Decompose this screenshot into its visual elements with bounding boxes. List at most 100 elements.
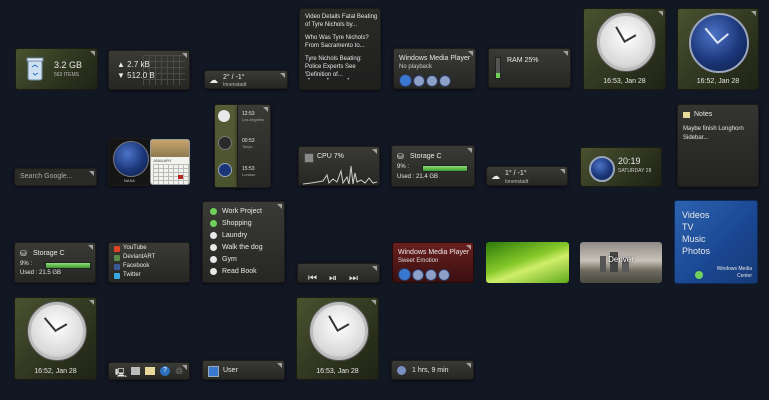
- next-icon[interactable]: ⏭: [349, 273, 358, 282]
- play-pause-icon[interactable]: ⏯: [329, 273, 337, 282]
- cpu-label: CPU 7%: [317, 153, 344, 160]
- notes-body[interactable]: Maybe finish Longhorn Sidebar...: [683, 125, 755, 143]
- storage-used: Used : 21.4 GB: [397, 174, 439, 180]
- todo-check-icon[interactable]: [210, 268, 217, 275]
- recycle-bin-gadget[interactable]: 3.2 GB 563 ITEMS: [15, 48, 98, 90]
- mini-player-gadget[interactable]: ⏮ ⏯ ⏭: [297, 263, 380, 283]
- stop-icon[interactable]: [412, 269, 424, 281]
- facebook-icon: [114, 264, 120, 270]
- slideshow-image: [113, 141, 149, 177]
- drive-icon[interactable]: [131, 367, 140, 375]
- media-player-gadget[interactable]: Windows Media Player No playback: [393, 48, 476, 89]
- analog-clock-gadget[interactable]: 16:52, Jan 28: [677, 8, 759, 90]
- todo-item[interactable]: Gym: [222, 256, 237, 263]
- launcher-gadget[interactable]: 🖳 ? ♲: [108, 362, 190, 380]
- previous-icon[interactable]: ⏮: [308, 273, 317, 282]
- youtube-icon: [114, 246, 120, 252]
- link-item[interactable]: YouTube: [123, 245, 147, 251]
- todo-check-icon[interactable]: [210, 256, 217, 263]
- photo-gadget[interactable]: Denver: [580, 242, 662, 283]
- todo-item[interactable]: Laundry: [222, 232, 247, 239]
- play-icon[interactable]: [399, 74, 412, 87]
- world-clock-city: London: [242, 172, 256, 177]
- hour-hand: [625, 34, 637, 42]
- media-center-item[interactable]: Music: [682, 233, 710, 245]
- media-controls: [398, 268, 451, 282]
- analog-clock-gadget[interactable]: 16:52, Jan 28: [14, 297, 97, 380]
- world-clock-face: [218, 110, 230, 122]
- weather-gadget[interactable]: ☁ 1° / -1° Innenstadt: [486, 166, 568, 186]
- storage-used: Used : 21.5 GB: [20, 270, 62, 276]
- analog-clock-gadget[interactable]: 16:53, Jan 28: [296, 297, 379, 380]
- storage-gadget[interactable]: ⛁ Storage C 9% : Used : 21.5 GB: [14, 242, 96, 283]
- storage-bar-fill: [423, 166, 467, 171]
- clock-date: 16:53, Jan 28: [603, 78, 646, 85]
- weather-gadget[interactable]: ☁ 2° / -1° Innenstadt: [204, 70, 288, 89]
- folder-icon: [683, 112, 690, 118]
- help-icon[interactable]: ?: [160, 366, 170, 376]
- search-gadget[interactable]: Search Google...: [14, 168, 97, 186]
- stop-icon[interactable]: [413, 75, 425, 87]
- search-input[interactable]: Search Google...: [20, 173, 73, 180]
- battery-gadget[interactable]: 1 hrs, 9 min: [391, 360, 474, 380]
- next-icon[interactable]: [438, 269, 450, 281]
- prev-icon[interactable]: [426, 75, 438, 87]
- todo-check-icon[interactable]: [210, 208, 217, 215]
- news-item[interactable]: Video Details Fatal Beating of Tyre Nich…: [305, 13, 379, 29]
- media-center-item[interactable]: Videos: [682, 209, 710, 221]
- user-gadget[interactable]: User: [202, 360, 285, 380]
- network-gadget[interactable]: ▲ 2.7 kB ▼ 512.0 B: [108, 50, 190, 90]
- todo-check-icon[interactable]: [210, 220, 217, 227]
- play-icon[interactable]: [398, 268, 411, 281]
- link-item[interactable]: Facebook: [123, 263, 149, 269]
- news-item[interactable]: Tyre Nichols Beating: Police Experts See…: [305, 55, 379, 79]
- news-item[interactable]: Who Was Tyre Nichols? From Sacramento to…: [305, 34, 379, 50]
- media-center-menu: Videos TV Music Photos: [682, 209, 710, 257]
- calendar-gadget[interactable]: JANUARY: [150, 139, 190, 185]
- slideshow-caption: NASA: [124, 178, 135, 183]
- news-pager[interactable]: • • •: [308, 77, 349, 83]
- digital-date: SATURDAY 28: [618, 168, 652, 174]
- todo-item[interactable]: Walk the dog: [222, 244, 263, 251]
- storage-name: Storage C: [33, 250, 65, 257]
- wallpaper-tile[interactable]: [486, 242, 569, 283]
- world-clock-list[interactable]: 12:53 Los Angeles 00:53 Tokyo 15:53 Lond…: [237, 104, 271, 188]
- todo-item[interactable]: Work Project: [222, 208, 262, 215]
- prev-icon[interactable]: [425, 269, 437, 281]
- link-item[interactable]: Twitter: [123, 272, 141, 278]
- calendar-month: JANUARY: [153, 158, 172, 163]
- notes-gadget[interactable]: Notes Maybe finish Longhorn Sidebar...: [677, 104, 759, 187]
- links-gadget[interactable]: YouTube DeviantART Facebook Twitter: [108, 242, 190, 283]
- slideshow-gadget[interactable]: NASA: [108, 138, 151, 186]
- todo-item[interactable]: Read Book: [222, 268, 257, 275]
- storage-percent: 9% :: [397, 164, 410, 170]
- media-center-gadget[interactable]: Videos TV Music Photos Windows Media Cen…: [674, 200, 758, 284]
- folder-icon[interactable]: [145, 367, 155, 375]
- clock-date: 16:53, Jan 28: [316, 368, 359, 375]
- weather-city: Innenstadt: [505, 179, 529, 185]
- media-center-item[interactable]: TV: [682, 221, 710, 233]
- calendar-image: [151, 140, 189, 157]
- link-item[interactable]: DeviantART: [123, 254, 155, 260]
- news-feed-gadget[interactable]: Video Details Fatal Beating of Tyre Nich…: [299, 8, 381, 90]
- desktop: { "recycle_bin": {"size": "3.2 GB", "ite…: [0, 0, 769, 400]
- cpu-gadget[interactable]: CPU 7%: [298, 146, 380, 186]
- recycle-icon[interactable]: ♲: [175, 366, 183, 377]
- todo-check-icon[interactable]: [210, 244, 217, 251]
- storage-gadget[interactable]: ⛁ Storage C 9% : Used : 21.4 GB: [391, 145, 475, 187]
- computer-icon[interactable]: 🖳: [115, 366, 127, 379]
- media-center-item[interactable]: Photos: [682, 245, 710, 257]
- digital-clock-gadget[interactable]: 20:19 SATURDAY 28: [580, 147, 662, 187]
- ram-gadget[interactable]: RAM 25%: [488, 48, 571, 88]
- photo-city: Denver: [608, 255, 634, 264]
- deviantart-icon: [114, 255, 120, 261]
- media-player-gadget[interactable]: Windows Media Player Sweet Emotion: [392, 242, 474, 283]
- battery-label: 1 hrs, 9 min: [412, 367, 449, 374]
- todo-item[interactable]: Shopping: [222, 220, 252, 227]
- todo-check-icon[interactable]: [210, 232, 217, 239]
- analog-clock-gadget[interactable]: 16:53, Jan 28: [583, 8, 666, 90]
- next-icon[interactable]: [439, 75, 451, 87]
- todo-gadget[interactable]: Work Project Shopping Laundry Walk the d…: [202, 201, 285, 283]
- drive-icon: ⛁: [397, 152, 404, 161]
- user-label: User: [223, 367, 238, 374]
